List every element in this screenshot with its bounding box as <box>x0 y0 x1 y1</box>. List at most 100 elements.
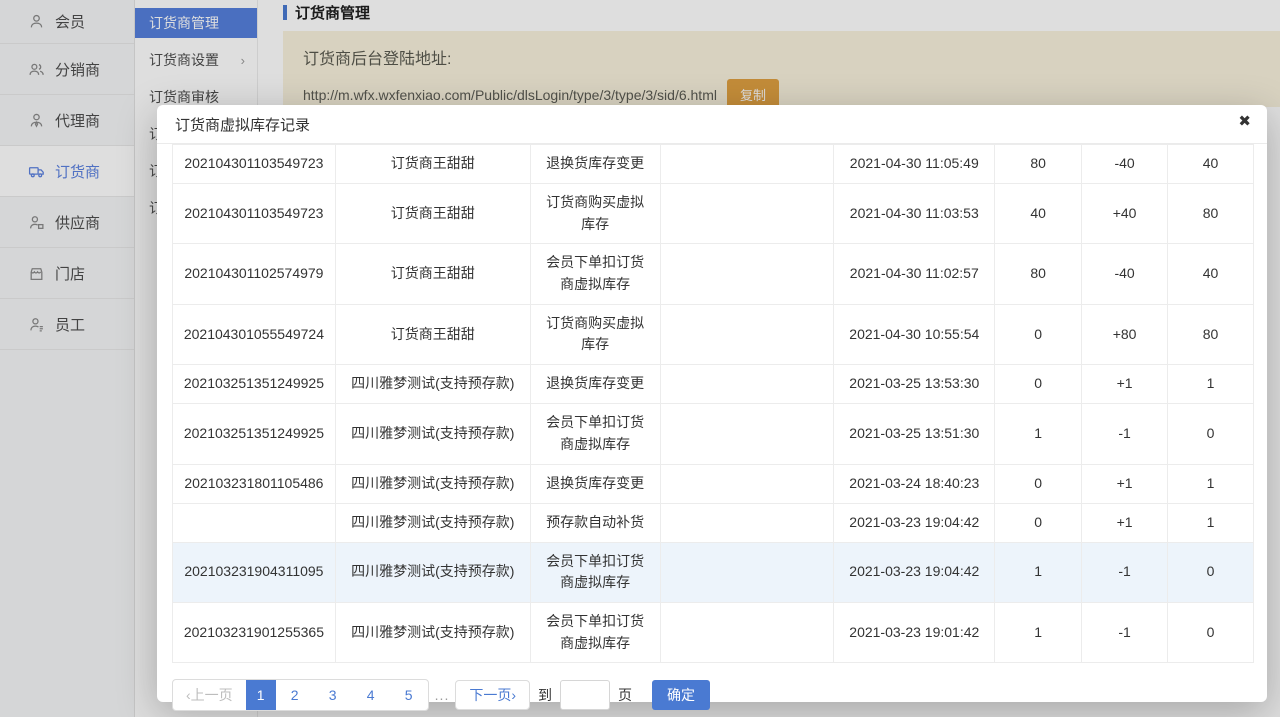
table-cell: 2021-03-23 19:04:42 <box>834 543 995 603</box>
next-page-button[interactable]: 下一页› <box>455 680 530 710</box>
table-cell: -40 <box>1082 244 1168 304</box>
table-cell: 202104301102574979 <box>173 244 336 304</box>
table-cell: 2021-04-30 11:02:57 <box>834 244 995 304</box>
table-cell: +1 <box>1082 465 1168 504</box>
table-cell: 0 <box>995 305 1082 365</box>
page-button-group: ‹上一页12345 <box>172 679 429 711</box>
table-cell: 40 <box>995 184 1082 244</box>
table-cell: 202103251351249925 <box>173 365 336 404</box>
table-cell: 订货商购买虚拟库存 <box>531 305 661 365</box>
virtual-stock-modal: 订货商虚拟库存记录 ✖ 202104301103549723订货商王甜甜退换货库… <box>157 105 1267 702</box>
table-cell: 202103251351249925 <box>173 404 336 464</box>
table-row: 202103231801105486四川雅梦测试(支持预存款)退换货库存变更 20… <box>173 465 1254 504</box>
table-row: 202104301103549723订货商王甜甜退换货库存变更2021-04-3… <box>173 145 1254 184</box>
table-cell: 1 <box>1168 504 1254 543</box>
table-cell: 80 <box>995 145 1082 184</box>
goto-page-input[interactable] <box>560 680 610 710</box>
table-cell: 202104301103549723 <box>173 184 336 244</box>
table-cell: +1 <box>1082 504 1168 543</box>
table-cell: 订货商购买虚拟库存 <box>531 184 661 244</box>
goto-label: 到 <box>538 685 552 705</box>
table-cell: 会员下单扣订货商虚拟库存 <box>531 404 661 464</box>
table-cell: 40 <box>1168 145 1254 184</box>
table-row: 四川雅梦测试(支持预存款)预存款自动补货2021-03-23 19:04:420… <box>173 504 1254 543</box>
page-number-2[interactable]: 2 <box>276 680 314 710</box>
confirm-button[interactable]: 确定 <box>652 680 710 710</box>
table-row: 202103231904311095四川雅梦测试(支持预存款)会员下单扣订货商虚… <box>173 543 1254 603</box>
modal-header: 订货商虚拟库存记录 ✖ <box>157 105 1267 144</box>
table-cell <box>661 603 835 663</box>
table-cell: 1 <box>995 404 1082 464</box>
table-cell: 四川雅梦测试(支持预存款) <box>336 365 531 404</box>
table-cell: 订货商王甜甜 <box>336 184 531 244</box>
table-cell: 2021-03-24 18:40:23 <box>834 465 995 504</box>
table-cell: 2021-04-30 11:05:49 <box>834 145 995 184</box>
table-cell: 0 <box>1168 543 1254 603</box>
table-cell: 四川雅梦测试(支持预存款) <box>336 504 531 543</box>
table-cell: 四川雅梦测试(支持预存款) <box>336 603 531 663</box>
table-cell <box>661 504 835 543</box>
table-cell: 0 <box>1168 603 1254 663</box>
table-cell: -1 <box>1082 603 1168 663</box>
table-cell: 会员下单扣订货商虚拟库存 <box>531 603 661 663</box>
table-cell: +80 <box>1082 305 1168 365</box>
table-cell: 0 <box>995 465 1082 504</box>
table-cell: 2021-03-25 13:51:30 <box>834 404 995 464</box>
table-cell: 2021-03-23 19:01:42 <box>834 603 995 663</box>
table-cell: 1 <box>1168 465 1254 504</box>
table-cell: 80 <box>995 244 1082 304</box>
table-cell <box>661 145 835 184</box>
page-number-4[interactable]: 4 <box>352 680 390 710</box>
table-cell <box>173 504 336 543</box>
table-cell: 80 <box>1168 305 1254 365</box>
table-cell: 1 <box>995 543 1082 603</box>
table-cell <box>661 365 835 404</box>
page-ellipsis: ... <box>435 687 450 703</box>
table-cell: 202103231901255365 <box>173 603 336 663</box>
table-cell: 202104301055549724 <box>173 305 336 365</box>
table-cell <box>661 244 835 304</box>
table-row: 202104301103549723订货商王甜甜订货商购买虚拟库存 2021-04… <box>173 184 1254 244</box>
modal-title: 订货商虚拟库存记录 <box>175 114 310 135</box>
table-cell <box>661 465 835 504</box>
table-cell: -1 <box>1082 404 1168 464</box>
table-row: 202103251351249925四川雅梦测试(支持预存款)退换货库存变更 20… <box>173 365 1254 404</box>
table-row: 202103231901255365四川雅梦测试(支持预存款)会员下单扣订货商虚… <box>173 603 1254 663</box>
table-cell: 202103231904311095 <box>173 543 336 603</box>
table-cell: 80 <box>1168 184 1254 244</box>
table-cell: 2021-03-25 13:53:30 <box>834 365 995 404</box>
table-cell <box>661 305 835 365</box>
table-cell: 2021-04-30 11:03:53 <box>834 184 995 244</box>
table-cell: 订货商王甜甜 <box>336 305 531 365</box>
table-cell: 会员下单扣订货商虚拟库存 <box>531 543 661 603</box>
page-number-5[interactable]: 5 <box>390 680 428 710</box>
prev-page-button[interactable]: ‹上一页 <box>173 680 246 710</box>
table-cell: -1 <box>1082 543 1168 603</box>
stock-records-table: 202104301103549723订货商王甜甜退换货库存变更2021-04-3… <box>172 144 1254 663</box>
table-cell: 订货商王甜甜 <box>336 145 531 184</box>
table-cell: 0 <box>1168 404 1254 464</box>
table-cell: 四川雅梦测试(支持预存款) <box>336 543 531 603</box>
page-unit-label: 页 <box>618 685 632 705</box>
table-cell: 0 <box>995 365 1082 404</box>
table-cell: 会员下单扣订货商虚拟库存 <box>531 244 661 304</box>
table-cell: 202103231801105486 <box>173 465 336 504</box>
table-cell: 40 <box>1168 244 1254 304</box>
table-cell <box>661 404 835 464</box>
table-cell: 2021-04-30 10:55:54 <box>834 305 995 365</box>
modal-body: 202104301103549723订货商王甜甜退换货库存变更2021-04-3… <box>157 144 1267 711</box>
table-row: 202104301055549724订货商王甜甜订货商购买虚拟库存 2021-04… <box>173 305 1254 365</box>
table-cell: +1 <box>1082 365 1168 404</box>
table-cell: 1 <box>995 603 1082 663</box>
table-cell: 202104301103549723 <box>173 145 336 184</box>
table-cell: 四川雅梦测试(支持预存款) <box>336 465 531 504</box>
page-number-3[interactable]: 3 <box>314 680 352 710</box>
table-row: 202104301102574979订货商王甜甜会员下单扣订货商虚拟库存2021… <box>173 244 1254 304</box>
close-icon[interactable]: ✖ <box>1238 114 1251 129</box>
table-cell: 退换货库存变更 <box>531 465 661 504</box>
table-cell: 退换货库存变更 <box>531 365 661 404</box>
page-number-1[interactable]: 1 <box>246 680 276 710</box>
table-cell <box>661 543 835 603</box>
table-cell: 0 <box>995 504 1082 543</box>
table-cell: 四川雅梦测试(支持预存款) <box>336 404 531 464</box>
